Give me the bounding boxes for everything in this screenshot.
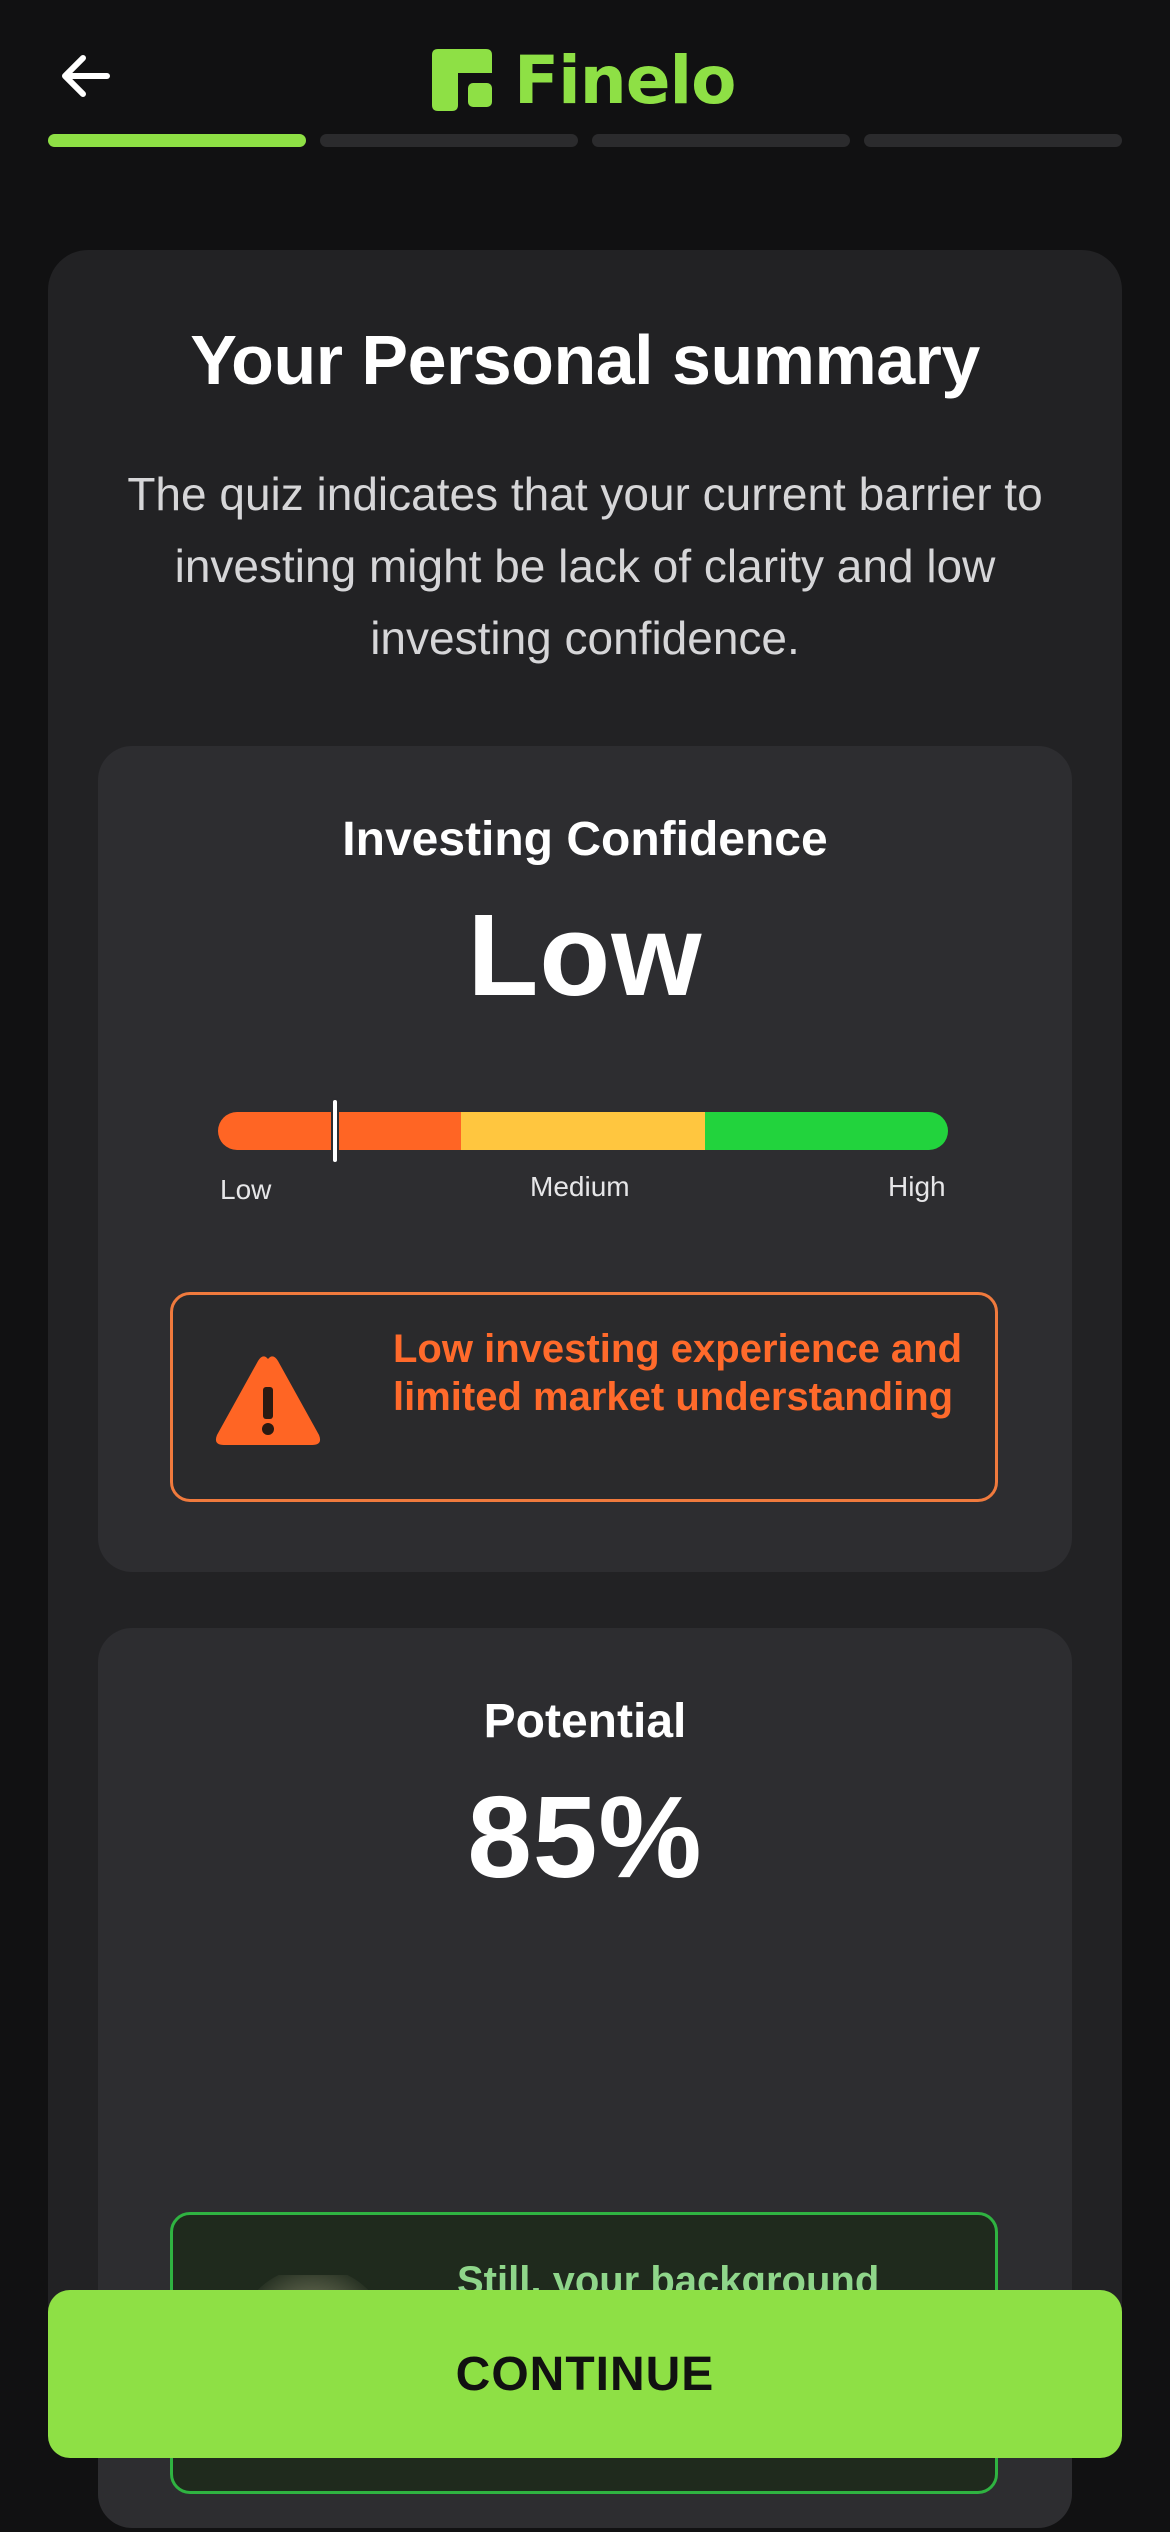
progress-segment-1 xyxy=(48,134,306,147)
meter-label-high: High xyxy=(888,1171,946,1202)
warning-triangle-icon xyxy=(215,1356,321,1445)
meter-segment-medium xyxy=(461,1112,705,1150)
meter-label-medium: Medium xyxy=(530,1171,630,1202)
meter-segment-low xyxy=(218,1112,462,1150)
meter-segment-high xyxy=(704,1112,948,1150)
warning-alert: Low investing experience and limited mar… xyxy=(170,1292,998,1502)
app-header: Finelo xyxy=(0,0,1170,130)
progress-segment-4 xyxy=(864,134,1122,147)
confidence-label: Investing Confidence xyxy=(342,813,828,866)
brand-logo: Finelo xyxy=(432,40,736,120)
progress-segment-2 xyxy=(320,134,578,147)
confidence-meter-marker xyxy=(330,1098,339,1164)
logo-mark-icon xyxy=(432,49,492,111)
progress-segment-3 xyxy=(592,134,850,147)
logo-text: Finelo xyxy=(514,41,736,119)
confidence-meter xyxy=(218,1112,948,1150)
confidence-value: Low xyxy=(467,890,703,1020)
page-title: Your Personal summary xyxy=(190,321,980,399)
potential-value: 85% xyxy=(467,1772,703,1902)
summary-description: The quiz indicates that your current bar… xyxy=(127,468,1043,664)
warning-text: Low investing experience and limited mar… xyxy=(393,1327,963,1419)
back-button[interactable] xyxy=(40,36,130,116)
arrow-left-icon xyxy=(62,55,110,97)
potential-label: Potential xyxy=(483,1695,687,1748)
quiz-progress xyxy=(48,134,1122,147)
confidence-card: Investing Confidence Low Low Medium High… xyxy=(98,746,1072,1572)
summary-card: Your Personal summary The quiz indicates… xyxy=(48,250,1122,2528)
meter-label-low: Low xyxy=(220,1174,272,1205)
continue-button[interactable]: CONTINUE xyxy=(48,2290,1122,2458)
